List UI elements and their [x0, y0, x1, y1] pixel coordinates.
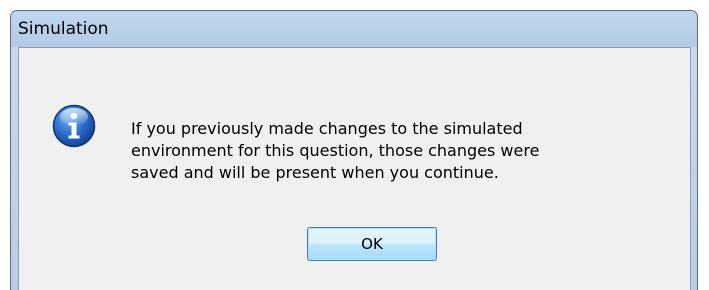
- message-line: saved and will be present when you conti…: [131, 163, 499, 182]
- message-line: environment for this question, those cha…: [131, 141, 540, 160]
- window-title: Simulation: [18, 19, 109, 39]
- simulation-dialog: Simulation If you previously made change…: [10, 10, 698, 290]
- dialog-content: If you previously made changes to the si…: [18, 47, 691, 290]
- title-bar[interactable]: Simulation: [11, 11, 697, 47]
- message-text: If you previously made changes to the si…: [131, 118, 651, 184]
- message-line: If you previously made changes to the si…: [131, 119, 523, 138]
- info-icon: [52, 104, 96, 148]
- ok-button[interactable]: OK: [307, 227, 437, 261]
